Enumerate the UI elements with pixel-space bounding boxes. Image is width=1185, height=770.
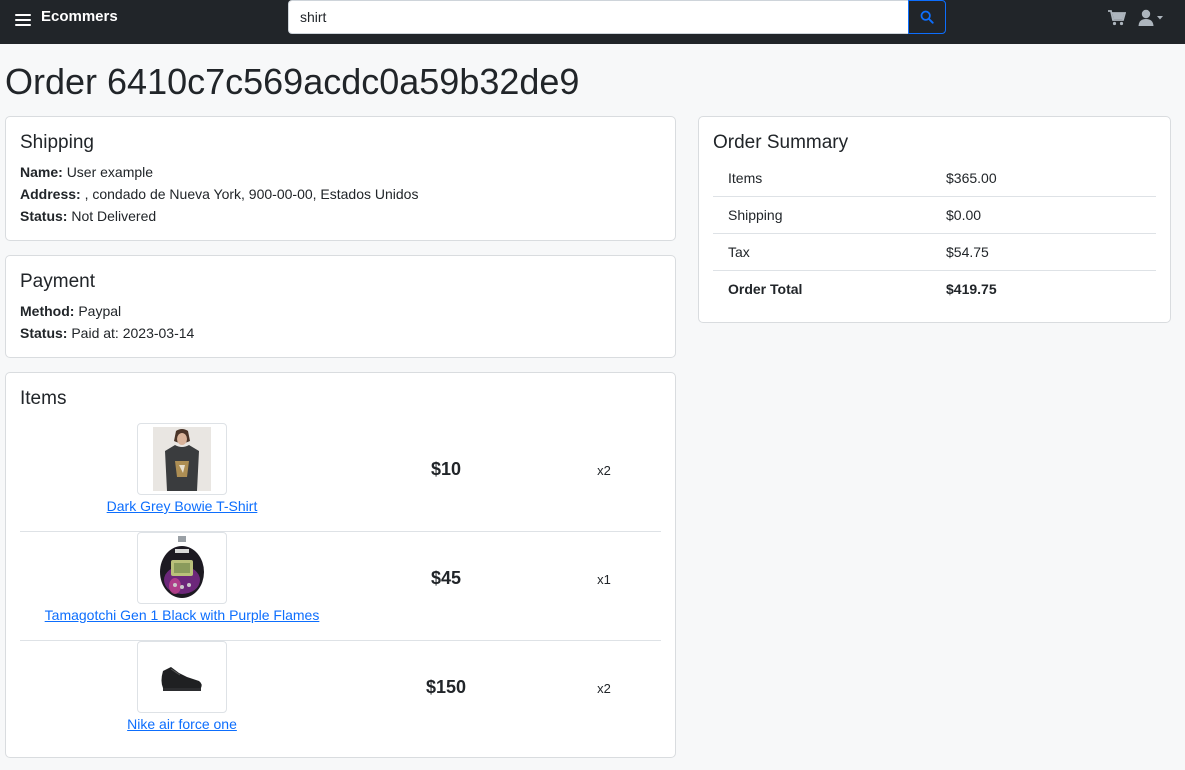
shipping-name-value: User example [66,164,154,180]
search-form [288,0,946,34]
payment-status-value: Paid at: 2023-03-14 [71,325,195,341]
search-input[interactable] [288,0,909,34]
items-card: Items Dark Grey Bowie T-Shirt $10 x2 Tam… [5,372,676,758]
shipping-card: Shipping Name: User example Address: , c… [5,116,676,241]
payment-method-label: Method: [20,303,75,319]
item-row: Tamagotchi Gen 1 Black with Purple Flame… [20,532,661,641]
summary-row-shipping: Shipping $0.00 [713,197,1156,234]
order-summary-card: Order Summary Items $365.00 Shipping $0.… [698,116,1171,323]
shipping-status-label: Status: [20,208,68,224]
shipping-status: Status: Not Delivered [20,207,156,225]
item-thumbnail[interactable] [137,532,227,604]
item-row: Nike air force one $150 x2 [20,641,661,750]
payment-heading: Payment [20,271,95,292]
summary-label: Order Total [728,281,803,297]
sneaker-photo-icon [161,667,202,691]
summary-row-tax: Tax $54.75 [713,234,1156,271]
tshirt-photo-icon [153,427,211,491]
item-price: $45 [430,568,462,588]
shipping-heading: Shipping [20,132,94,153]
summary-row-total: Order Total $419.75 [713,271,1156,308]
item-link[interactable]: Nike air force one [20,716,344,732]
items-heading: Items [20,388,67,409]
order-summary-heading: Order Summary [713,132,849,153]
summary-value: $54.75 [946,244,989,260]
shipping-address: Address: , condado de Nueva York, 900-00… [20,185,418,203]
payment-card: Payment Method: Paypal Status: Paid at: … [5,255,676,358]
item-link[interactable]: Tamagotchi Gen 1 Black with Purple Flame… [20,607,344,623]
payment-method-value: Paypal [78,303,122,319]
item-price: $10 [430,459,462,479]
search-icon [920,10,934,24]
item-row: Dark Grey Bowie T-Shirt $10 x2 [20,423,661,532]
cart-icon[interactable] [1108,10,1126,26]
search-button[interactable] [908,0,946,34]
summary-value: $365.00 [946,170,997,186]
payment-status: Status: Paid at: 2023-03-14 [20,324,194,342]
summary-value: $419.75 [946,281,997,297]
summary-label: Tax [728,244,750,260]
item-quantity: x2 [597,463,611,478]
shipping-address-label: Address: [20,186,81,202]
payment-method: Method: Paypal [20,302,121,320]
summary-label: Shipping [728,207,783,223]
summary-row-items: Items $365.00 [713,160,1156,197]
shipping-address-value: , condado de Nueva York, 900-00-00, Esta… [84,186,419,202]
tamagotchi-photo-icon [160,536,204,598]
item-thumbnail[interactable] [137,423,227,495]
shipping-status-value: Not Delivered [71,208,157,224]
summary-value: $0.00 [946,207,982,223]
item-link[interactable]: Dark Grey Bowie T-Shirt [20,498,344,514]
brand-link[interactable]: Ecommers [41,8,118,26]
shipping-name-label: Name: [20,164,63,180]
item-quantity: x1 [597,572,611,587]
item-price: $150 [425,677,467,697]
user-icon[interactable] [1138,9,1166,27]
item-quantity: x2 [597,681,611,696]
payment-status-label: Status: [20,325,68,341]
shipping-name: Name: User example [20,163,153,181]
summary-label: Items [728,170,763,186]
item-thumbnail[interactable] [137,641,227,713]
top-navbar: Ecommers [0,0,1185,44]
page-title: Order 6410c7c569acdc0a59b32de9 [5,61,580,102]
menu-icon[interactable] [15,11,31,31]
